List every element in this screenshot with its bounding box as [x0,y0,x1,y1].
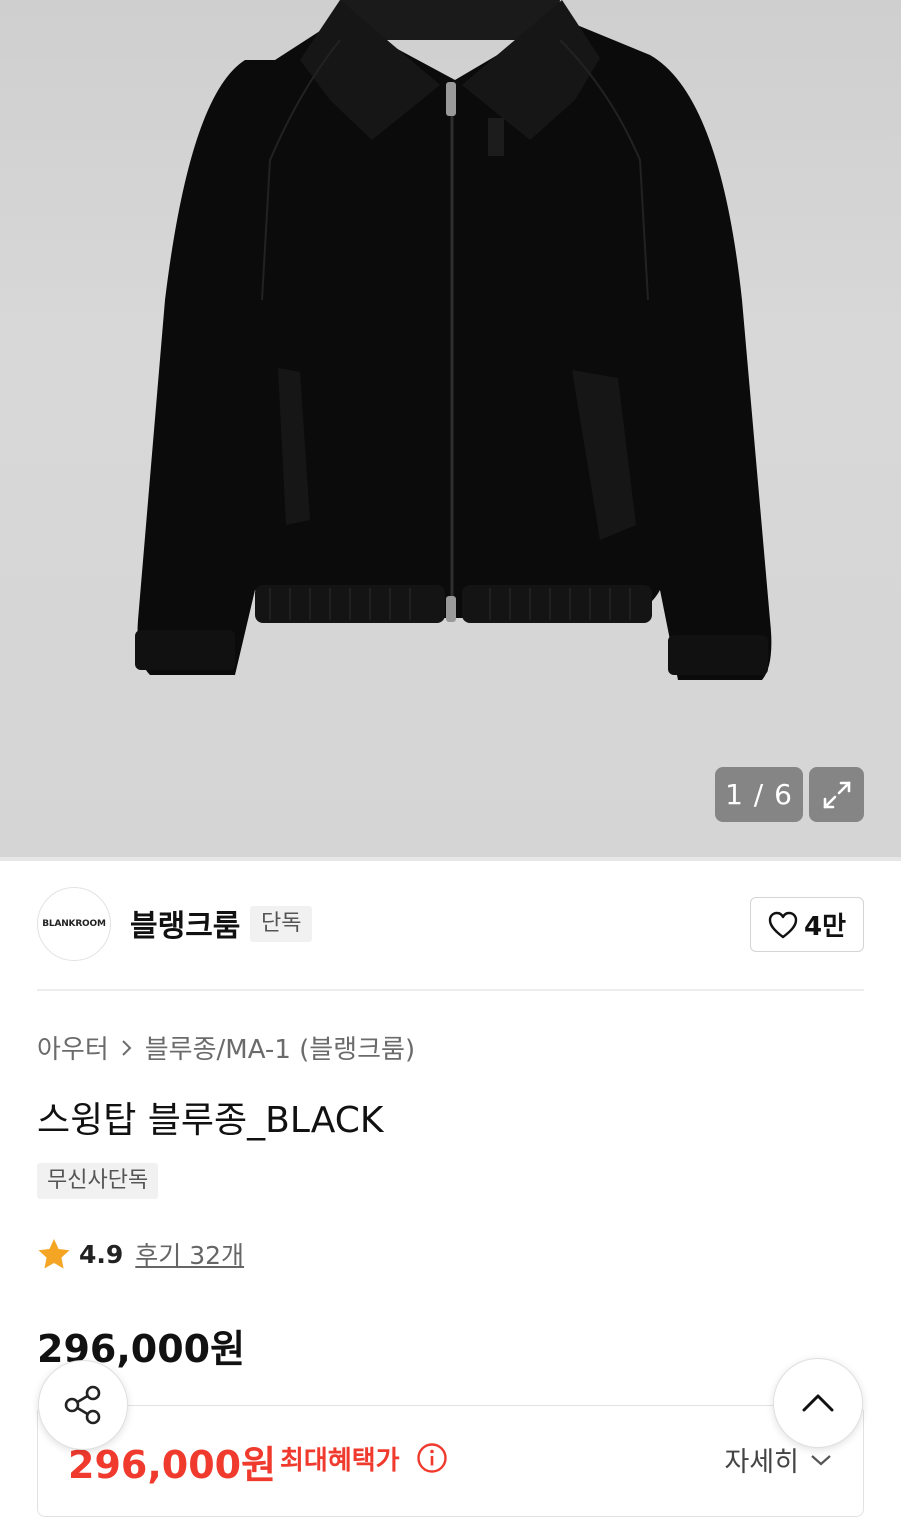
exclusive-tag: 무신사단독 [37,1163,159,1199]
like-button[interactable]: 4만 [750,897,864,952]
image-divider [0,857,901,861]
breadcrumb: 아우터 블루종/MA-1 (블랭크룸) [37,1029,415,1066]
rating-value: 4.9 [79,1239,124,1269]
star-icon [38,1239,70,1269]
image-counter: 1 / 6 [715,767,803,822]
product-image[interactable]: 1 / 6 [0,0,901,857]
expand-icon [823,781,850,808]
breadcrumb-subcategory[interactable]: 블루종/MA-1 (블랭크룸) [145,1029,415,1066]
brand-row: BLANKROOM 블랭크룸 단독 4만 [37,887,864,961]
share-icon [64,1385,101,1425]
benefit-box[interactable]: 296,000원 최대혜택가 자세히 [37,1405,864,1517]
brand-name[interactable]: 블랭크룸 [130,901,240,945]
heart-icon [768,911,798,938]
product-title: 스윙탑 블루종_BLACK [37,1100,384,1141]
share-button[interactable] [38,1360,128,1450]
breadcrumb-category[interactable]: 아우터 [37,1029,109,1066]
chevron-down-icon [811,1454,831,1465]
detail-label: 자세히 [724,1447,799,1478]
info-icon[interactable] [416,1442,448,1474]
benefit-label: 최대혜택가 [280,1446,400,1476]
expand-button[interactable] [809,767,864,822]
rating: 4.9 후기 32개 [37,1236,244,1272]
exclusive-badge: 단독 [250,906,313,942]
scroll-top-button[interactable] [773,1358,863,1448]
jacket-image [135,0,772,680]
chevron-right-icon [122,1039,132,1056]
chevron-up-icon [802,1394,834,1412]
like-count: 4만 [803,912,846,942]
brand-logo[interactable]: BLANKROOM [37,887,111,961]
section-divider [37,989,864,991]
review-link[interactable]: 후기 32개 [135,1236,244,1272]
